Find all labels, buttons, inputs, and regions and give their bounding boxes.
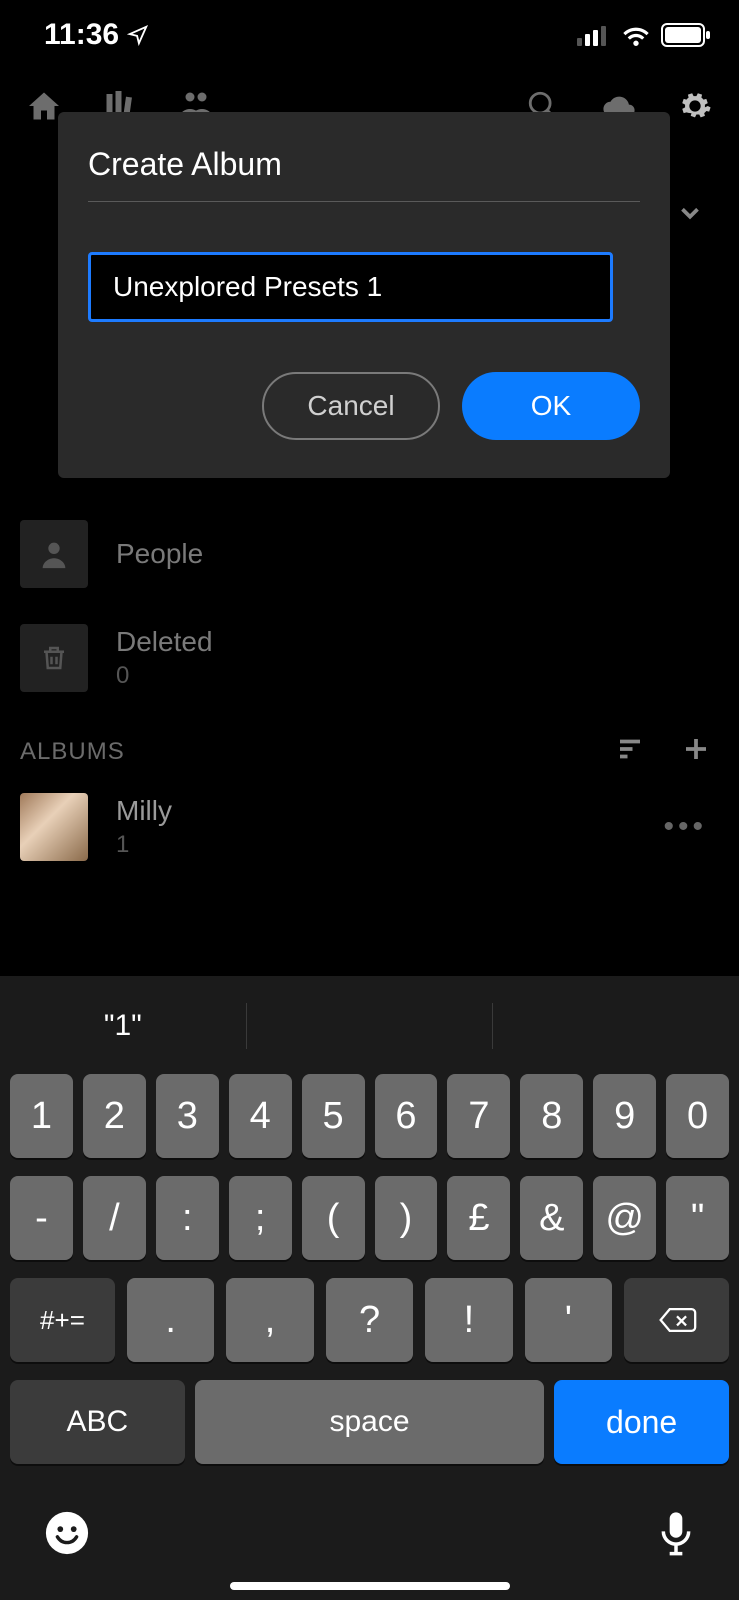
deleted-row[interactable]: Deleted 0 — [20, 606, 719, 710]
key-rparen[interactable]: ) — [375, 1176, 438, 1260]
suggestion-1[interactable]: "1" — [0, 1009, 246, 1043]
add-album-icon[interactable] — [681, 734, 711, 769]
key-dash[interactable]: - — [10, 1176, 73, 1260]
wifi-icon — [621, 24, 651, 46]
modal-title: Create Album — [88, 146, 640, 183]
key-9[interactable]: 9 — [593, 1074, 656, 1158]
status-time-text: 11:36 — [44, 18, 119, 52]
status-bar: 11:36 — [0, 0, 739, 70]
keyboard-row-4: ABC space done — [0, 1380, 739, 1480]
key-slash[interactable]: / — [83, 1176, 146, 1260]
albums-header-label: ALBUMS — [20, 738, 125, 766]
key-4[interactable]: 4 — [229, 1074, 292, 1158]
key-0[interactable]: 0 — [666, 1074, 729, 1158]
suggestion-row: "1" — [0, 986, 739, 1066]
person-icon — [20, 520, 88, 588]
people-label: People — [116, 538, 203, 570]
key-pound[interactable]: £ — [447, 1176, 510, 1260]
cellular-icon — [577, 24, 611, 46]
key-exclaim[interactable]: ! — [425, 1278, 512, 1362]
album-thumbnail — [20, 793, 88, 861]
chevron-down-icon — [675, 198, 705, 233]
key-2[interactable]: 2 — [83, 1074, 146, 1158]
key-period[interactable]: . — [127, 1278, 214, 1362]
home-indicator[interactable] — [230, 1582, 510, 1590]
key-amp[interactable]: & — [520, 1176, 583, 1260]
key-quote[interactable]: " — [666, 1176, 729, 1260]
deleted-label: Deleted — [116, 626, 213, 658]
key-5[interactable]: 5 — [302, 1074, 365, 1158]
backspace-icon — [657, 1305, 697, 1335]
key-6[interactable]: 6 — [375, 1074, 438, 1158]
key-comma[interactable]: , — [226, 1278, 313, 1362]
keyboard: "1" 1 2 3 4 5 6 7 8 9 0 - / : ; ( ) £ & … — [0, 976, 739, 1600]
more-icon[interactable]: ••• — [663, 810, 707, 844]
battery-icon — [661, 23, 711, 47]
people-row[interactable]: People — [20, 502, 719, 606]
key-at[interactable]: @ — [593, 1176, 656, 1260]
album-name-input[interactable] — [88, 252, 613, 322]
create-album-modal: Create Album Cancel OK — [58, 112, 670, 478]
key-colon[interactable]: : — [156, 1176, 219, 1260]
album-count: 1 — [116, 831, 172, 859]
key-7[interactable]: 7 — [447, 1074, 510, 1158]
status-time: 11:36 — [44, 18, 149, 52]
album-row[interactable]: Milly 1 ••• — [20, 779, 719, 875]
key-lparen[interactable]: ( — [302, 1176, 365, 1260]
sort-icon[interactable] — [615, 734, 645, 769]
key-done[interactable]: done — [554, 1380, 729, 1464]
key-abc[interactable]: ABC — [10, 1380, 185, 1464]
key-1[interactable]: 1 — [10, 1074, 73, 1158]
mic-icon[interactable] — [657, 1509, 695, 1562]
key-8[interactable]: 8 — [520, 1074, 583, 1158]
key-symbols[interactable]: #+= — [10, 1278, 115, 1362]
emoji-icon[interactable] — [44, 1510, 90, 1561]
trash-icon — [20, 624, 88, 692]
gear-icon[interactable] — [675, 86, 715, 126]
album-name: Milly — [116, 795, 172, 827]
modal-divider — [88, 201, 640, 202]
keyboard-row-1: 1 2 3 4 5 6 7 8 9 0 — [6, 1074, 733, 1158]
key-3[interactable]: 3 — [156, 1074, 219, 1158]
keyboard-row-2: - / : ; ( ) £ & @ " — [6, 1176, 733, 1260]
deleted-count: 0 — [116, 662, 213, 690]
key-semicolon[interactable]: ; — [229, 1176, 292, 1260]
key-space[interactable]: space — [195, 1380, 545, 1464]
status-icons — [577, 23, 711, 47]
location-icon — [127, 24, 149, 46]
ok-button[interactable]: OK — [462, 372, 640, 440]
key-backspace[interactable] — [624, 1278, 729, 1362]
cancel-button[interactable]: Cancel — [262, 372, 440, 440]
key-question[interactable]: ? — [326, 1278, 413, 1362]
keyboard-row-3: #+= . , ? ! ' — [6, 1278, 733, 1362]
key-apostrophe[interactable]: ' — [525, 1278, 612, 1362]
